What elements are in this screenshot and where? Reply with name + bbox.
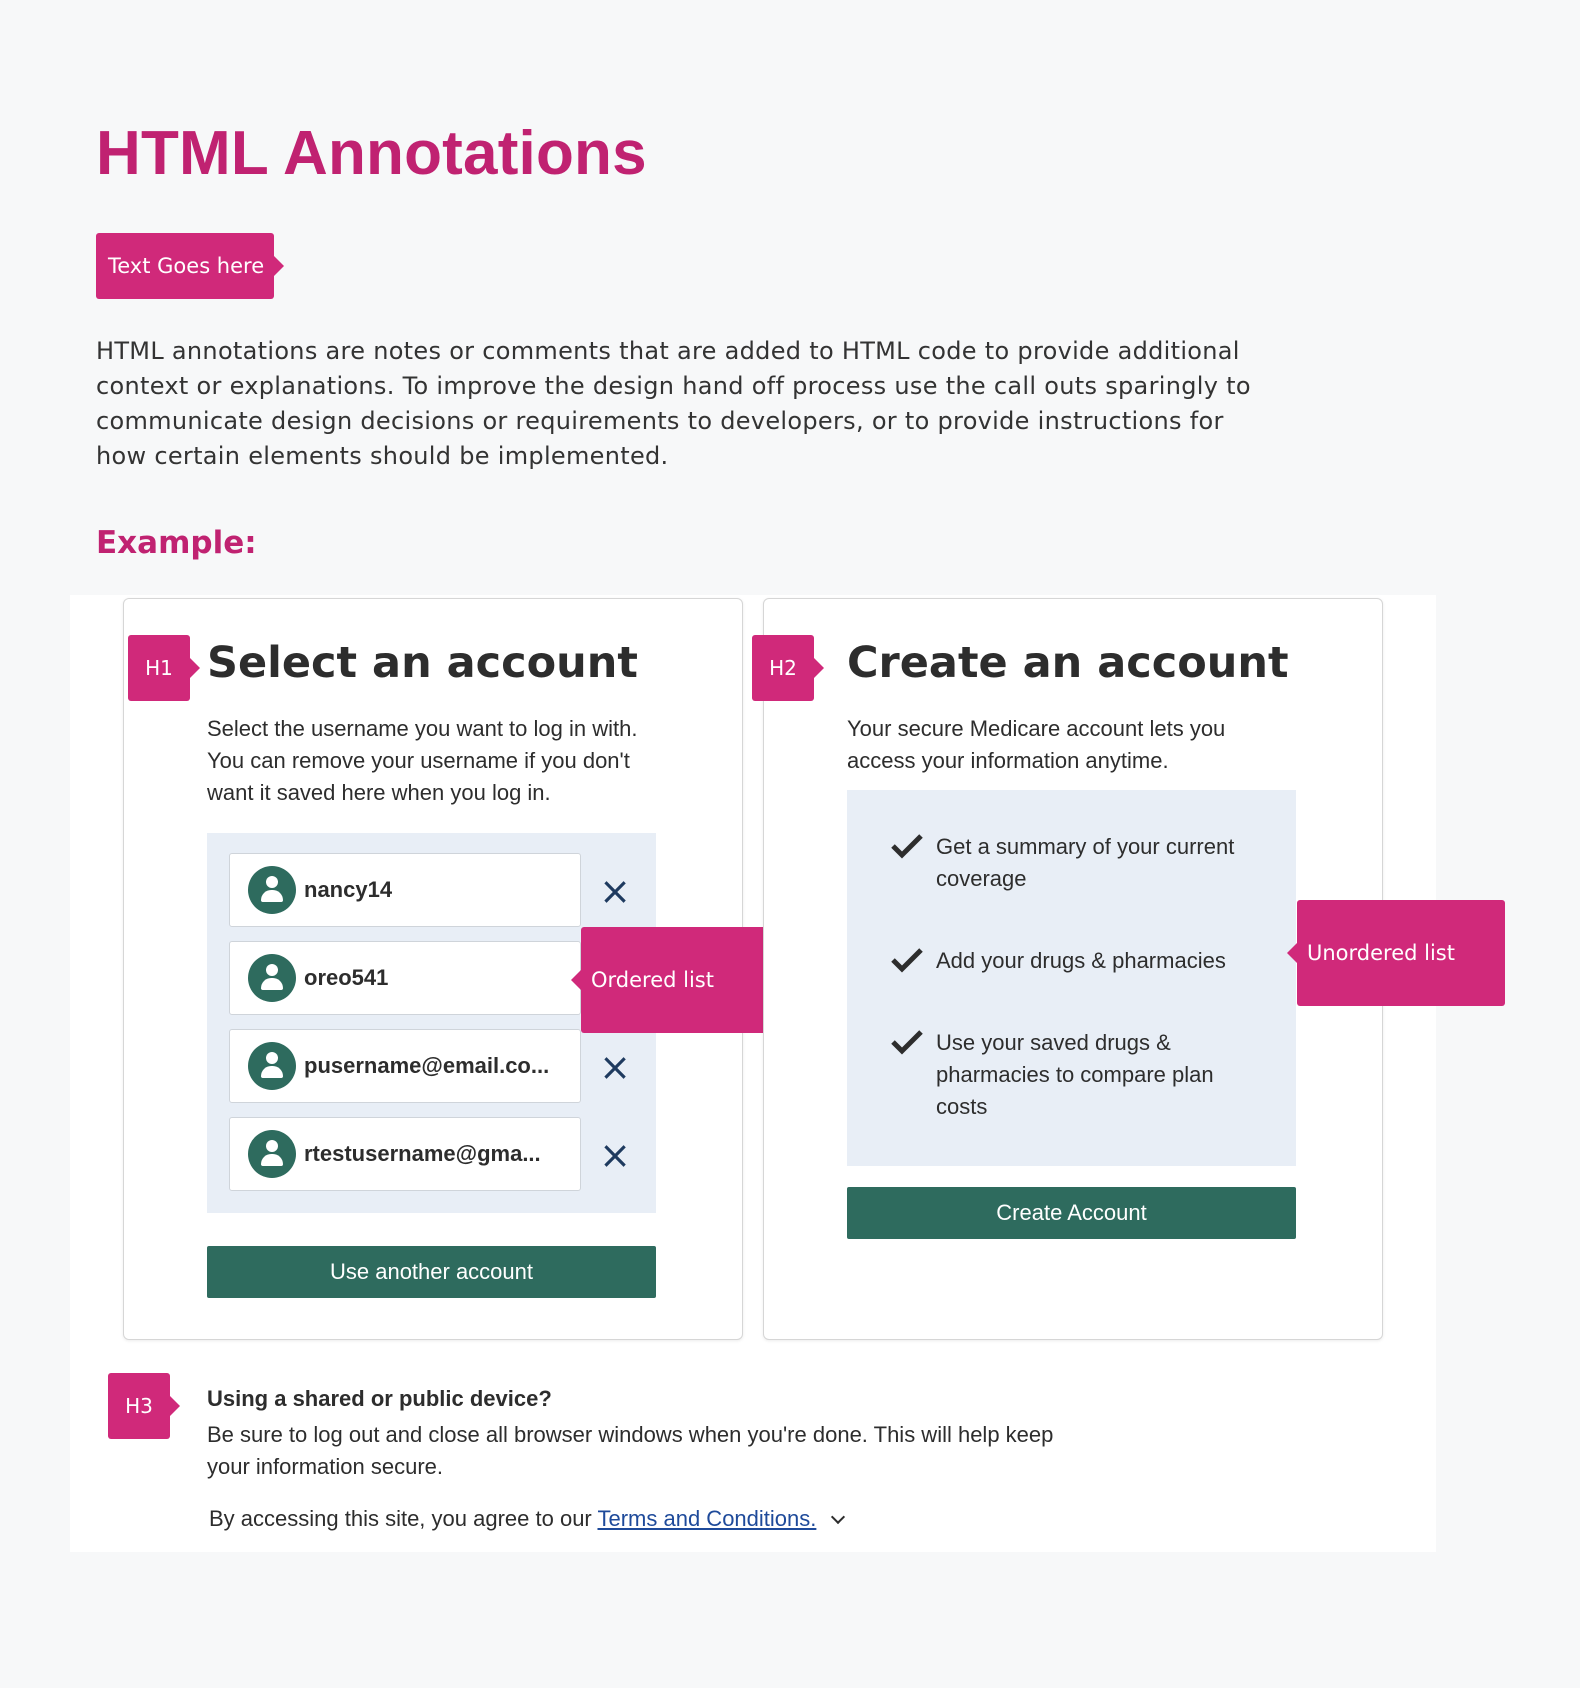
user-avatar-icon bbox=[248, 1042, 296, 1090]
create-account-title: Create an account bbox=[847, 638, 1289, 688]
account-item[interactable]: pusername@email.co... bbox=[229, 1029, 581, 1103]
h3-annotation-tag: H3 bbox=[108, 1373, 180, 1439]
account-username: nancy14 bbox=[304, 877, 393, 902]
close-icon[interactable]: × bbox=[598, 1136, 632, 1174]
use-another-account-button[interactable]: Use another account bbox=[207, 1246, 656, 1298]
create-account-button[interactable]: Create Account bbox=[847, 1187, 1296, 1239]
select-account-description: Select the username you want to log in w… bbox=[207, 716, 638, 805]
shared-device-text: Be sure to log out and close all browser… bbox=[207, 1422, 1054, 1479]
benefit-text: Add your drugs & pharmacies bbox=[936, 948, 1226, 973]
unordered-list-callout: Unordered list bbox=[1287, 900, 1505, 1006]
checkmark-icon bbox=[891, 834, 923, 859]
h2-annotation-tag: H2 bbox=[752, 635, 824, 701]
terms-link[interactable]: Terms and Conditions. bbox=[597, 1506, 816, 1531]
chevron-down-icon[interactable] bbox=[830, 1509, 845, 1525]
terms-prefix: By accessing this site, you agree to our bbox=[209, 1506, 592, 1531]
close-icon[interactable]: × bbox=[598, 872, 632, 910]
user-avatar-icon bbox=[248, 866, 296, 914]
ordered-list-callout: Ordered list bbox=[571, 927, 789, 1033]
account-username: pusername@email.co... bbox=[304, 1053, 550, 1078]
terms-notice: By accessing this site, you agree to our… bbox=[209, 1506, 845, 1532]
h1-annotation-tag: H1 bbox=[128, 635, 200, 701]
checkmark-icon bbox=[891, 948, 923, 973]
create-account-description: Your secure Medicare account lets you ac… bbox=[847, 716, 1226, 773]
close-icon[interactable]: × bbox=[598, 1048, 632, 1086]
user-avatar-icon bbox=[248, 954, 296, 1002]
account-item[interactable]: nancy14 bbox=[229, 853, 581, 927]
page-title: HTML Annotations bbox=[96, 119, 647, 188]
select-account-title: Select an account bbox=[207, 638, 638, 688]
example-heading: Example: bbox=[96, 525, 257, 561]
shared-device-heading: Using a shared or public device? bbox=[207, 1386, 552, 1411]
account-username: rtestusername@gma... bbox=[304, 1141, 541, 1166]
account-item[interactable]: rtestusername@gma... bbox=[229, 1117, 581, 1191]
checkmark-icon bbox=[891, 1030, 923, 1055]
account-item[interactable]: oreo541 bbox=[229, 941, 581, 1015]
intro-paragraph: HTML annotations are notes or comments t… bbox=[96, 337, 1251, 470]
user-avatar-icon bbox=[248, 1130, 296, 1178]
benefit-text: Use your saved drugs & pharmacies to com… bbox=[936, 1030, 1214, 1119]
benefit-text: Get a summary of your current coverage bbox=[936, 834, 1235, 891]
account-username: oreo541 bbox=[304, 965, 389, 990]
text-annotation-tag: Text Goes here bbox=[96, 233, 284, 299]
